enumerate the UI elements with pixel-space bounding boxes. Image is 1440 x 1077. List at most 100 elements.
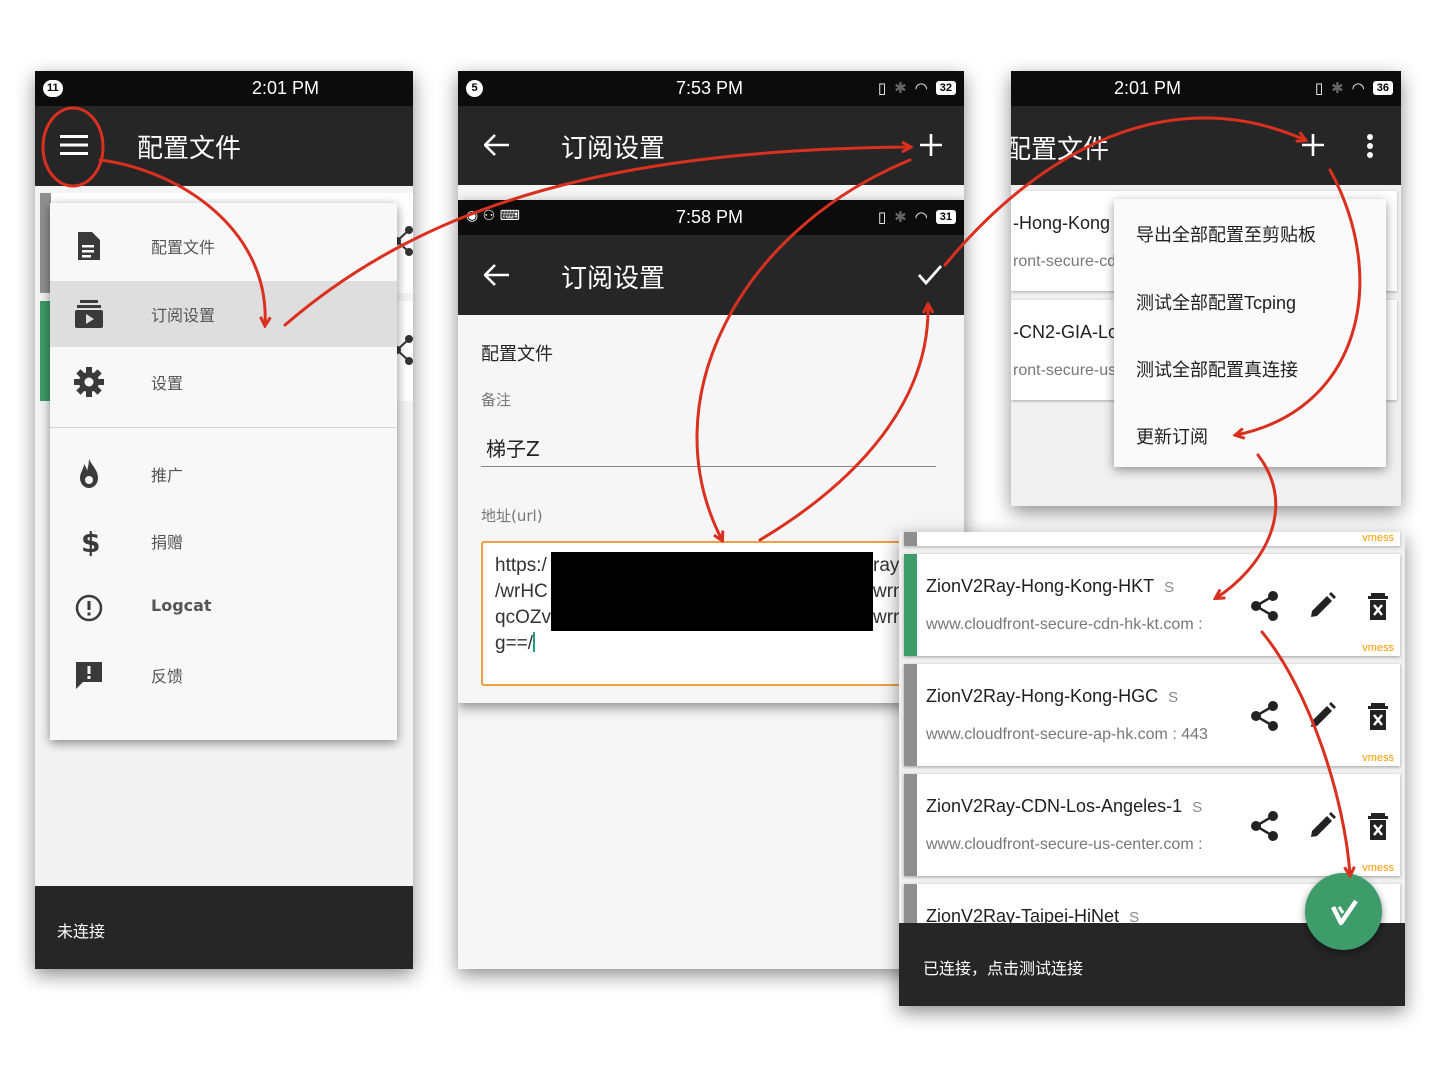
check-icon[interactable]: [917, 264, 943, 286]
remark-label: 备注: [481, 391, 512, 409]
profile-card[interactable]: ZionV2Ray-Hong-Kong-HKT S www.cloudfront-…: [904, 554, 1400, 656]
profile-type: vmess: [1362, 532, 1394, 544]
back-arrow-icon[interactable]: [483, 134, 510, 156]
more-vert-icon[interactable]: [1366, 133, 1374, 159]
profile-name: -CN2-GIA-Lo: [1013, 322, 1119, 342]
gear-icon: [72, 366, 106, 398]
page-title: 配置文件: [137, 134, 242, 164]
app-bar: 配置文件: [1011, 106, 1401, 185]
bluetooth-icon: ✱: [894, 79, 907, 97]
app-bar: 配置文件: [35, 106, 413, 186]
status-icons: ▯ ✱ ◠ 32: [878, 79, 956, 97]
drawer-item-settings[interactable]: 设置: [50, 349, 397, 415]
url-line: /wrHC: [495, 581, 548, 602]
profile-card[interactable]: ZionV2Ray-CDN-Los-Angeles-1 S www.cloudfr…: [904, 774, 1400, 876]
subscription-edit-panel: ◉ ⚇ ⌨ 7:58 PM ▯ ✱ ◠ 31 订阅设置 配置文件 备注 梯子Z …: [458, 200, 964, 703]
drawer-item-label: Logcat: [151, 596, 212, 615]
notification-count: 5: [466, 80, 483, 97]
notification-icons: ◉ ⚇ ⌨: [466, 208, 520, 224]
menu-item-test-real[interactable]: 测试全部配置真连接: [1136, 356, 1298, 382]
profile-address: www.cloudfront-secure-cdn-hk-kt.com :: [926, 616, 1203, 633]
wifi-icon: ◠: [914, 208, 928, 226]
url-label: 地址(url): [481, 507, 543, 525]
status-icons: ▯ ✱ ◠ 36: [1315, 79, 1393, 97]
screen-subscription-settings: 5 7:53 PM ▯ ✱ ◠ 32 订阅设置 ◉ ⚇ ⌨ 7:58 PM ▯ …: [458, 71, 964, 969]
page-title: 订阅设置: [561, 264, 666, 294]
status-time: 2:01 PM: [1114, 78, 1182, 98]
profile-type: vmess: [1362, 862, 1394, 874]
drawer-item-label: 反馈: [151, 667, 184, 686]
drawer-item-label: 捐赠: [151, 533, 184, 552]
remark-field[interactable]: 梯子Z: [486, 433, 540, 462]
feedback-icon: [72, 659, 106, 691]
profile-type: vmess: [1362, 752, 1394, 764]
delete-icon[interactable]: [1362, 590, 1394, 622]
wifi-icon: ◠: [914, 79, 928, 97]
menu-item-update-subscription[interactable]: 更新订阅: [1136, 423, 1208, 449]
screen-profiles-drawer: 11 2:01 PM 配置文件 配置文件 订阅设置 设置 推广 $ 捐赠 Log…: [35, 71, 413, 969]
document-icon: [72, 230, 106, 262]
page-title: 配置文件: [1011, 135, 1110, 165]
share-icon[interactable]: [1249, 810, 1281, 842]
drawer-divider: [50, 427, 397, 428]
edit-icon[interactable]: [1306, 700, 1338, 732]
drawer-item-donate[interactable]: $ 捐赠: [50, 508, 397, 574]
url-field[interactable]: https:/ /wrHC qcOZv g==/ ray wrn wrr: [481, 541, 964, 686]
bluetooth-icon: ✱: [894, 208, 907, 226]
v-logo-icon: [1329, 897, 1359, 927]
subscription-icon: [72, 298, 106, 330]
share-icon[interactable]: [1249, 590, 1281, 622]
top-card-tail: vmess: [904, 532, 1400, 546]
menu-item-test-tcping[interactable]: 测试全部配置Tcping: [1136, 289, 1296, 315]
plus-icon[interactable]: [1302, 134, 1324, 156]
profile-card[interactable]: ZionV2Ray-Hong-Kong-HGC S www.cloudfront-…: [904, 664, 1400, 766]
connection-status: 未连接: [57, 922, 106, 941]
profile-name: -Hong-Kong: [1013, 213, 1111, 233]
status-icons: ▯ ✱ ◠ 31: [878, 208, 956, 226]
dollar-icon: $: [72, 525, 106, 559]
menu-item-export-all[interactable]: 导出全部配置至剪贴板: [1136, 221, 1316, 247]
drawer-item-label: 订阅设置: [151, 306, 216, 325]
svg-text:$: $: [81, 526, 100, 557]
back-arrow-icon[interactable]: [483, 264, 510, 286]
profile-address: ront-secure-cd: [1013, 253, 1117, 270]
drawer-item-subscription[interactable]: 订阅设置: [50, 281, 397, 347]
vibrate-icon: ▯: [1314, 79, 1324, 97]
edit-icon[interactable]: [1306, 810, 1338, 842]
overflow-popup-menu: 导出全部配置至剪贴板 测试全部配置Tcping 测试全部配置真连接 更新订阅: [1114, 199, 1386, 467]
status-bar: 11 2:01 PM: [35, 71, 413, 106]
delete-icon[interactable]: [1362, 700, 1394, 732]
page-title: 订阅设置: [561, 134, 666, 164]
drawer-item-profiles[interactable]: 配置文件: [50, 213, 397, 279]
url-line: qcOZv: [495, 607, 551, 628]
drawer-item-promote[interactable]: 推广: [50, 441, 397, 507]
profile-name: ZionV2Ray-Hong-Kong-HGC S: [926, 686, 1179, 706]
delete-icon[interactable]: [1362, 810, 1394, 842]
drawer-item-feedback[interactable]: 反馈: [50, 642, 397, 708]
hamburger-icon[interactable]: [60, 134, 88, 156]
app-bar: 订阅设置: [458, 235, 964, 315]
active-indicator: [904, 554, 917, 656]
section-title: 配置文件: [481, 344, 553, 365]
profile-name: ZionV2Ray-CDN-Los-Angeles-1 S: [926, 796, 1203, 816]
drawer-item-logcat[interactable]: Logcat: [50, 575, 397, 641]
plus-icon[interactable]: [920, 134, 942, 156]
status-time: 7:58 PM: [676, 207, 744, 227]
drawer-item-label: 配置文件: [151, 238, 216, 257]
drawer-item-label: 设置: [151, 374, 184, 393]
share-icon[interactable]: [1249, 700, 1281, 732]
fire-icon: [72, 458, 106, 490]
url-line: https:/: [495, 555, 547, 576]
status-time: 2:01 PM: [252, 78, 320, 98]
redaction-box: [551, 552, 873, 631]
url-text: https:/ /wrHC qcOZv g==/: [495, 553, 551, 657]
bottom-status-bar[interactable]: 未连接: [35, 886, 413, 969]
inactive-indicator: [904, 664, 917, 766]
battery-icon: 36: [1372, 81, 1393, 95]
profile-address: www.cloudfront-secure-us-center.com :: [926, 836, 1203, 853]
edit-icon[interactable]: [1306, 590, 1338, 622]
connect-fab[interactable]: [1305, 873, 1382, 950]
status-bar: 2:01 PM ▯ ✱ ◠ 36: [1011, 71, 1401, 106]
remark-underline: [481, 466, 936, 467]
profile-address: www.cloudfront-secure-ap-hk.com : 443: [926, 726, 1208, 743]
